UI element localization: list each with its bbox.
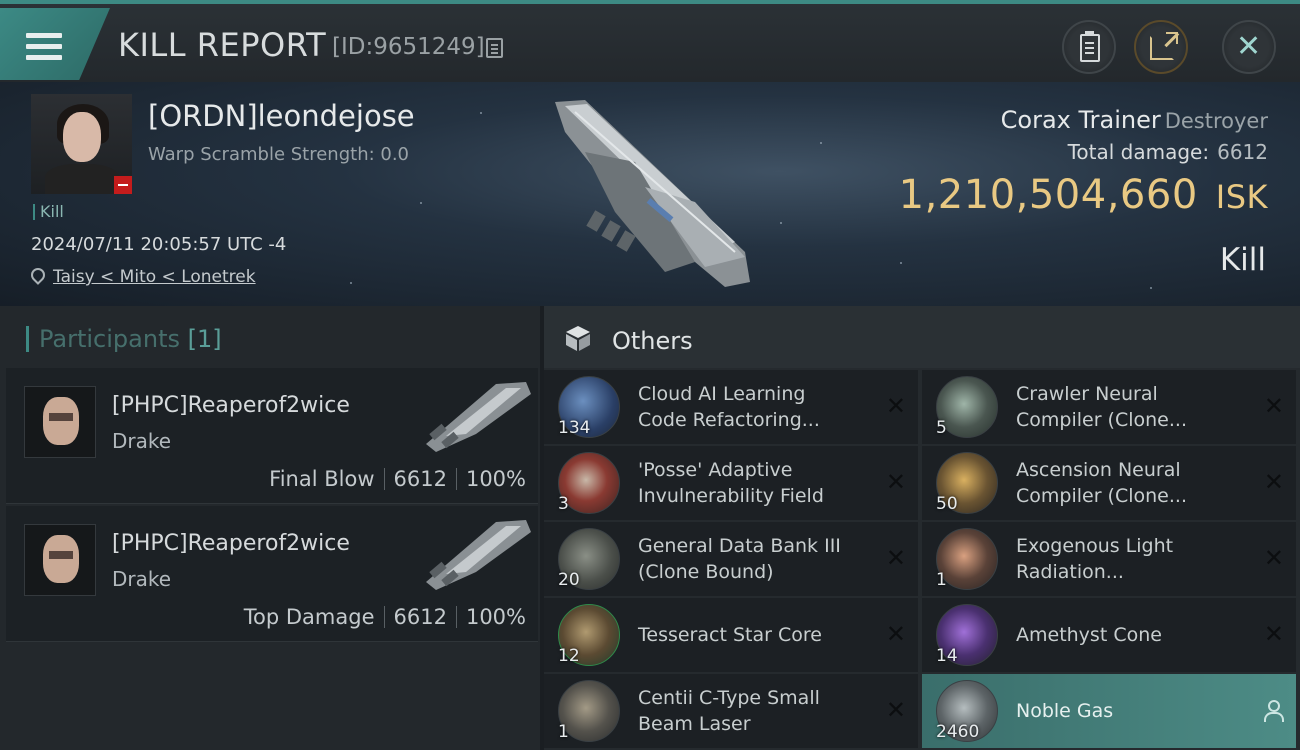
destroyed-x-icon: ✕ xyxy=(885,468,906,496)
destroyed-x-icon: ✕ xyxy=(885,392,906,420)
item-name: 'Posse' Adaptive Invulnerability Field xyxy=(638,459,824,507)
item-row[interactable]: 50 Ascension Neural Compiler (Clone... ✕ xyxy=(922,446,1296,520)
copy-icon[interactable] xyxy=(486,38,503,58)
participants-tab[interactable]: Participants [1] xyxy=(26,326,222,352)
total-damage: Total damage: 6612 xyxy=(1068,140,1268,164)
destroyed-x-icon: ✕ xyxy=(1263,620,1284,648)
menu-button[interactable] xyxy=(0,8,110,80)
item-row-selected[interactable]: 2460 Noble Gas xyxy=(922,674,1296,748)
others-header: Others xyxy=(544,306,1300,368)
participant-percent: 100% xyxy=(465,467,526,491)
total-damage-label: Total damage: xyxy=(1067,140,1210,164)
participants-panel: Participants [1] [PHPC]Reaperof2wice Dra… xyxy=(0,306,540,750)
victim-avatar[interactable] xyxy=(31,94,132,194)
destroyed-x-icon: ✕ xyxy=(1263,392,1284,420)
total-damage-value: 6612 xyxy=(1217,140,1268,164)
item-name: Tesseract Star Core xyxy=(638,624,822,646)
others-title: Others xyxy=(612,327,693,355)
item-row[interactable]: 1 Centii C-Type Small Beam Laser ✕ xyxy=(544,674,918,748)
item-quantity: 1 xyxy=(936,570,947,590)
hamburger-icon xyxy=(26,33,62,61)
item-quantity: 3 xyxy=(558,494,569,514)
location-pin-icon xyxy=(28,265,48,285)
kill-summary: [ORDN]leondejose Warp Scramble Strength:… xyxy=(0,82,1300,306)
ship-name[interactable]: Corax Trainer Destroyer xyxy=(1001,106,1268,134)
close-icon: ✕ xyxy=(1236,29,1262,64)
destroyed-x-icon: ✕ xyxy=(885,696,906,724)
item-quantity: 20 xyxy=(558,570,580,590)
destroyed-x-icon: ✕ xyxy=(885,620,906,648)
destroyed-x-icon: ✕ xyxy=(1263,468,1284,496)
item-quantity: 2460 xyxy=(936,722,980,742)
item-quantity: 5 xyxy=(936,418,947,438)
item-name: General Data Bank III (Clone Bound) xyxy=(638,535,841,583)
item-name: Amethyst Cone xyxy=(1016,624,1162,646)
participant-avatar[interactable] xyxy=(24,524,96,596)
participant-name: [PHPC]Reaperof2wice xyxy=(112,531,350,556)
destroyed-x-icon: ✕ xyxy=(885,544,906,572)
location-link[interactable]: Taisy < Mito < Lonetrek xyxy=(53,267,256,287)
participant-stat-label: Top Damage xyxy=(243,605,375,629)
clipboard-button[interactable] xyxy=(1062,20,1116,74)
isk-amount: 1,210,504,660 xyxy=(898,172,1198,218)
others-panel: Others 134 Cloud AI Learning Code Refacto… xyxy=(544,306,1300,750)
item-row[interactable]: 12 Tesseract Star Core ✕ xyxy=(544,598,918,672)
item-quantity: 134 xyxy=(558,418,591,438)
participants-count: [1] xyxy=(187,325,222,353)
item-name: Ascension Neural Compiler (Clone... xyxy=(1016,459,1187,507)
item-name: Crawler Neural Compiler (Clone... xyxy=(1016,383,1187,431)
isk-unit: ISK xyxy=(1215,178,1268,216)
participant-card[interactable]: [PHPC]Reaperof2wice Drake Final Blow 6612… xyxy=(6,368,538,504)
ship-render xyxy=(555,100,750,287)
user-icon xyxy=(1264,700,1284,722)
hostile-status-icon xyxy=(114,176,132,194)
item-row[interactable]: 5 Crawler Neural Compiler (Clone... ✕ xyxy=(922,370,1296,444)
item-quantity: 50 xyxy=(936,494,958,514)
participants-title: Participants xyxy=(39,325,180,353)
participant-damage: 6612 xyxy=(393,605,447,629)
isk-value: 1,210,504,660 ISK xyxy=(899,172,1268,218)
participant-ship: Drake xyxy=(112,567,172,591)
warp-scramble-strength: Warp Scramble Strength: 0.0 xyxy=(148,144,410,165)
report-id: [ID:9651249] xyxy=(332,34,485,60)
participant-avatar[interactable] xyxy=(24,386,96,458)
item-name: Noble Gas xyxy=(1016,700,1114,722)
item-name: Exogenous Light Radiation... xyxy=(1016,535,1174,583)
drake-ship-icon xyxy=(426,520,531,590)
ship-type: Corax Trainer xyxy=(1000,106,1161,134)
drake-ship-icon xyxy=(426,382,531,452)
participant-stat-label: Final Blow xyxy=(269,467,375,491)
page-title: KILL REPORT xyxy=(118,26,327,64)
item-name: Cloud AI Learning Code Refactoring... xyxy=(638,383,820,431)
participant-ship: Drake xyxy=(112,429,172,453)
item-row[interactable]: 20 General Data Bank III (Clone Bound) ✕ xyxy=(544,522,918,596)
item-row[interactable]: 14 Amethyst Cone ✕ xyxy=(922,598,1296,672)
item-quantity: 14 xyxy=(936,646,958,666)
top-bar: KILL REPORT [ID:9651249] ✕ xyxy=(0,0,1300,82)
item-quantity: 1 xyxy=(558,722,569,742)
participant-stats: Final Blow 6612 100% xyxy=(269,467,526,491)
item-name: Centii C-Type Small Beam Laser xyxy=(638,687,820,735)
kill-tag: Kill xyxy=(33,204,64,220)
destroyed-x-icon: ✕ xyxy=(1263,544,1284,572)
ship-class: Destroyer xyxy=(1164,109,1268,133)
participant-damage: 6612 xyxy=(393,467,447,491)
participant-card[interactable]: [PHPC]Reaperof2wice Drake Top Damage 6612… xyxy=(6,506,538,642)
item-row[interactable]: 1 Exogenous Light Radiation... ✕ xyxy=(922,522,1296,596)
share-icon xyxy=(1150,32,1178,60)
victim-name[interactable]: [ORDN]leondejose xyxy=(148,99,415,133)
kill-timestamp: 2024/07/11 20:05:57 UTC -4 xyxy=(31,234,287,255)
cube-icon xyxy=(566,326,590,351)
item-row[interactable]: 134 Cloud AI Learning Code Refactoring...… xyxy=(544,370,918,444)
close-button[interactable]: ✕ xyxy=(1222,20,1276,74)
item-row[interactable]: 3 'Posse' Adaptive Invulnerability Field … xyxy=(544,446,918,520)
clipboard-icon xyxy=(1080,31,1100,62)
participant-percent: 100% xyxy=(465,605,526,629)
item-quantity: 12 xyxy=(558,646,580,666)
participant-stats: Top Damage 6612 100% xyxy=(244,605,526,629)
result-label: Kill xyxy=(1219,242,1266,278)
participant-name: [PHPC]Reaperof2wice xyxy=(112,393,350,418)
share-button[interactable] xyxy=(1134,20,1188,74)
